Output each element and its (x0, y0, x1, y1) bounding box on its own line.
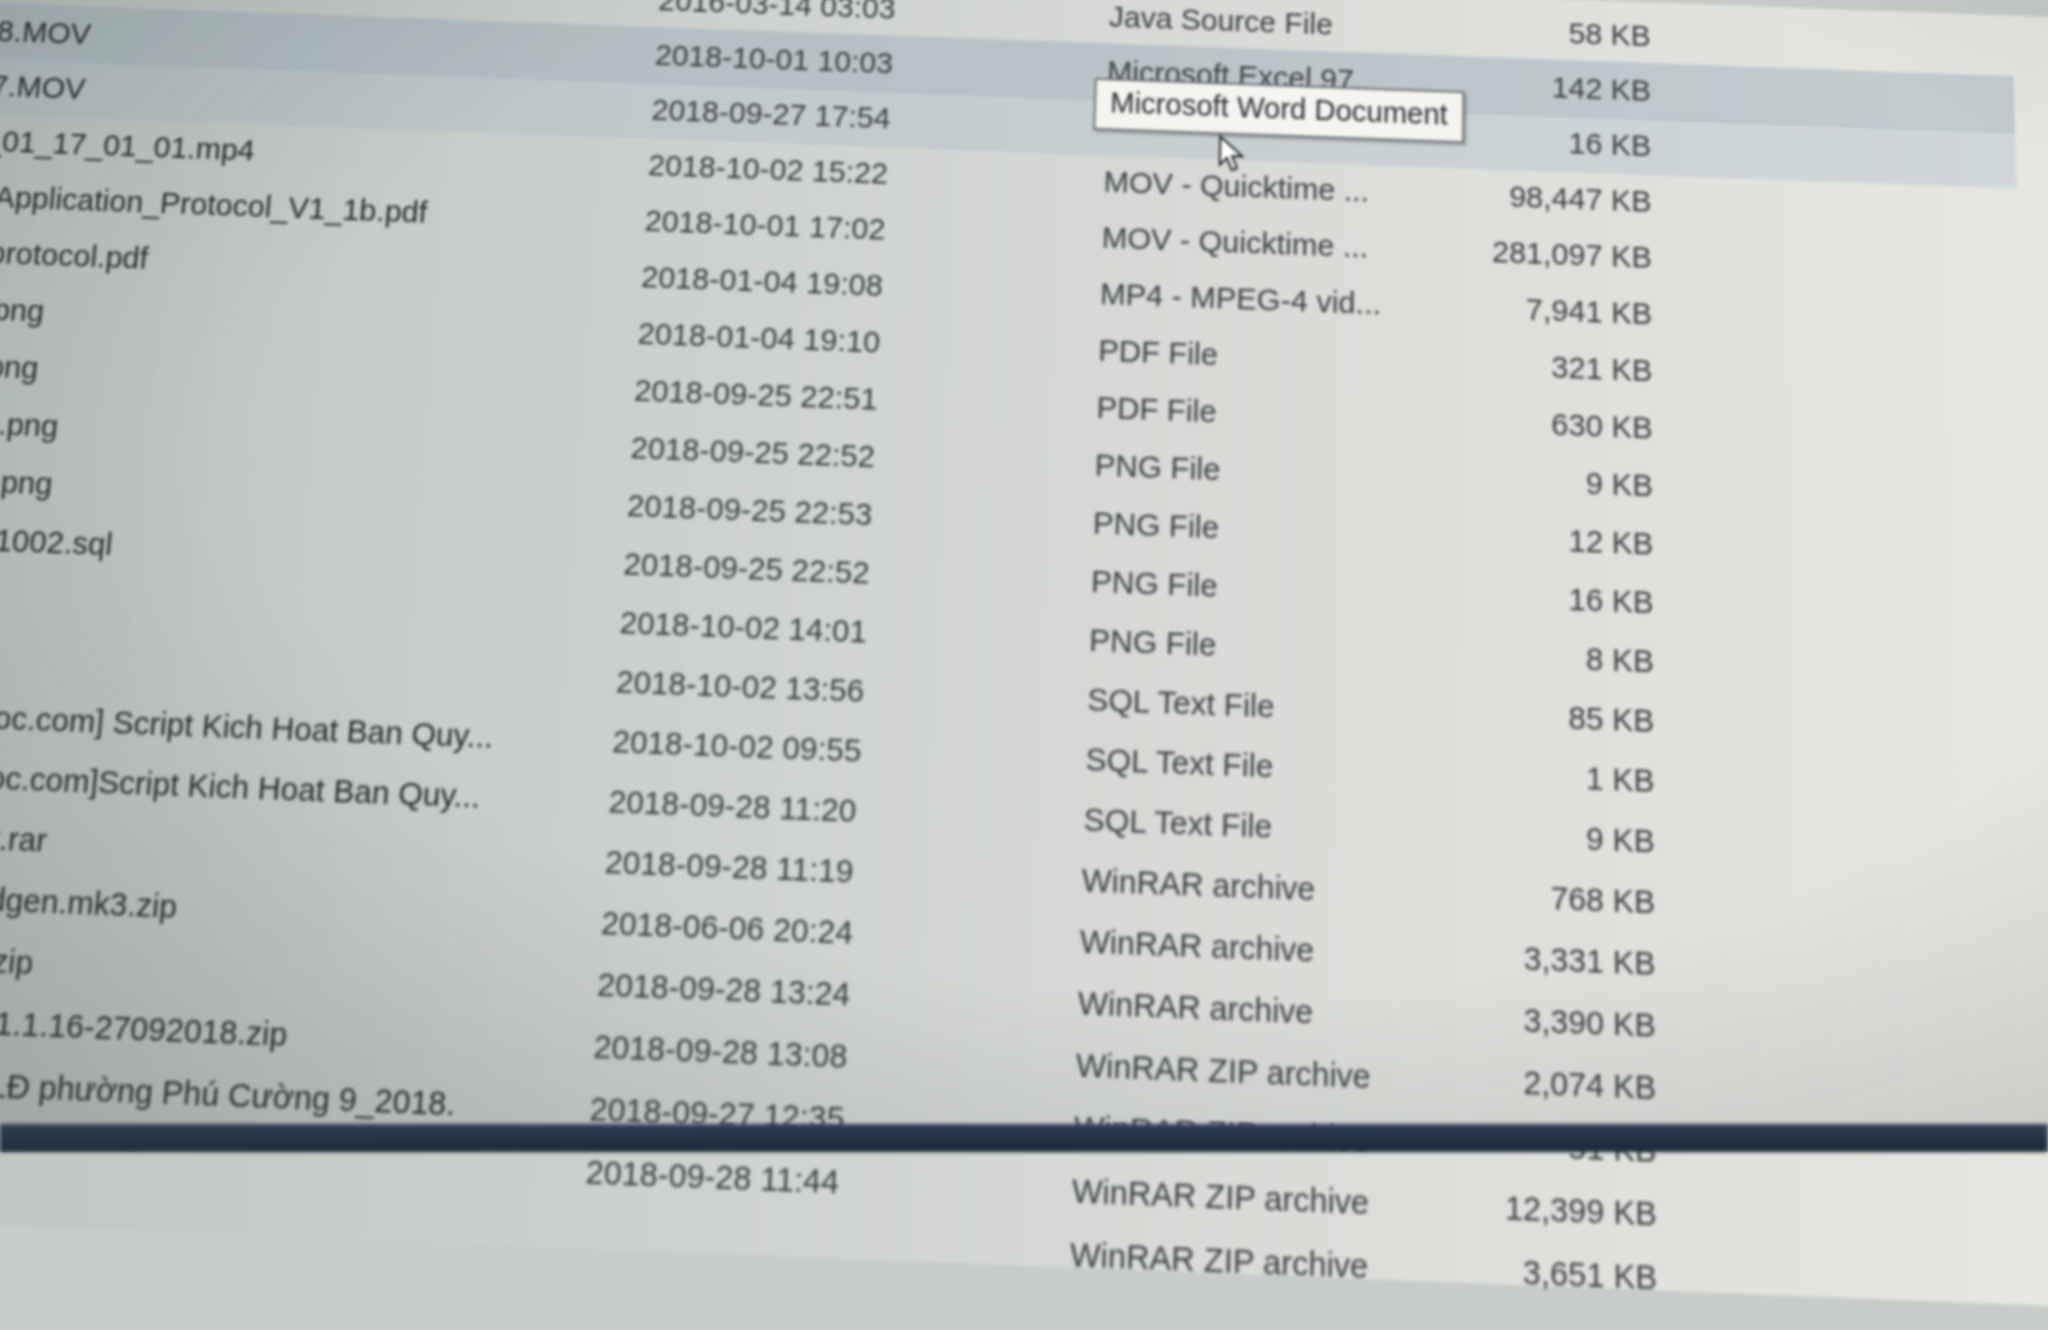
file-size: 85 KB (1465, 684, 1655, 753)
file-size: 3,331 KB (1463, 925, 1655, 996)
file-rows: 2016-03-14 03:03 Java Source File 58 KB 218… (0, 0, 2048, 18)
file-size: 98,447 KB (1469, 167, 1652, 231)
file-size: 630 KB (1467, 392, 1653, 458)
file-size: 2,074 KB (1462, 1048, 1656, 1120)
file-size: 58 KB (1470, 2, 1651, 65)
file-size: 8 KB (1465, 624, 1654, 692)
file-size: 321 KB (1467, 335, 1652, 401)
file-size: 3,651 KB (1461, 1237, 1657, 1311)
file-size: 12,399 KB (1461, 1174, 1657, 1247)
file-explorer-list: 2016-03-14 03:03 Java Source File 58 KB 218… (0, 0, 2048, 1309)
file-size: 16 KB (1466, 566, 1654, 634)
file-size: 3,390 KB (1463, 986, 1656, 1058)
file-size: 16 KB (1469, 111, 1651, 175)
file-type: WinRAR ZIP archive (1069, 1222, 1429, 1302)
file-size: 7,941 KB (1468, 279, 1653, 344)
file-size: 281,097 KB (1468, 222, 1652, 287)
file-size: 9 KB (1464, 803, 1655, 873)
taskbar[interactable] (0, 1124, 2048, 1152)
file-size: 12 KB (1466, 507, 1653, 574)
file-size: 142 KB (1469, 56, 1651, 120)
file-size: 9 KB (1467, 449, 1654, 516)
file-size: 768 KB (1464, 864, 1656, 935)
arrow-cursor-icon (1218, 134, 1245, 173)
file-size: 1 KB (1464, 743, 1654, 813)
